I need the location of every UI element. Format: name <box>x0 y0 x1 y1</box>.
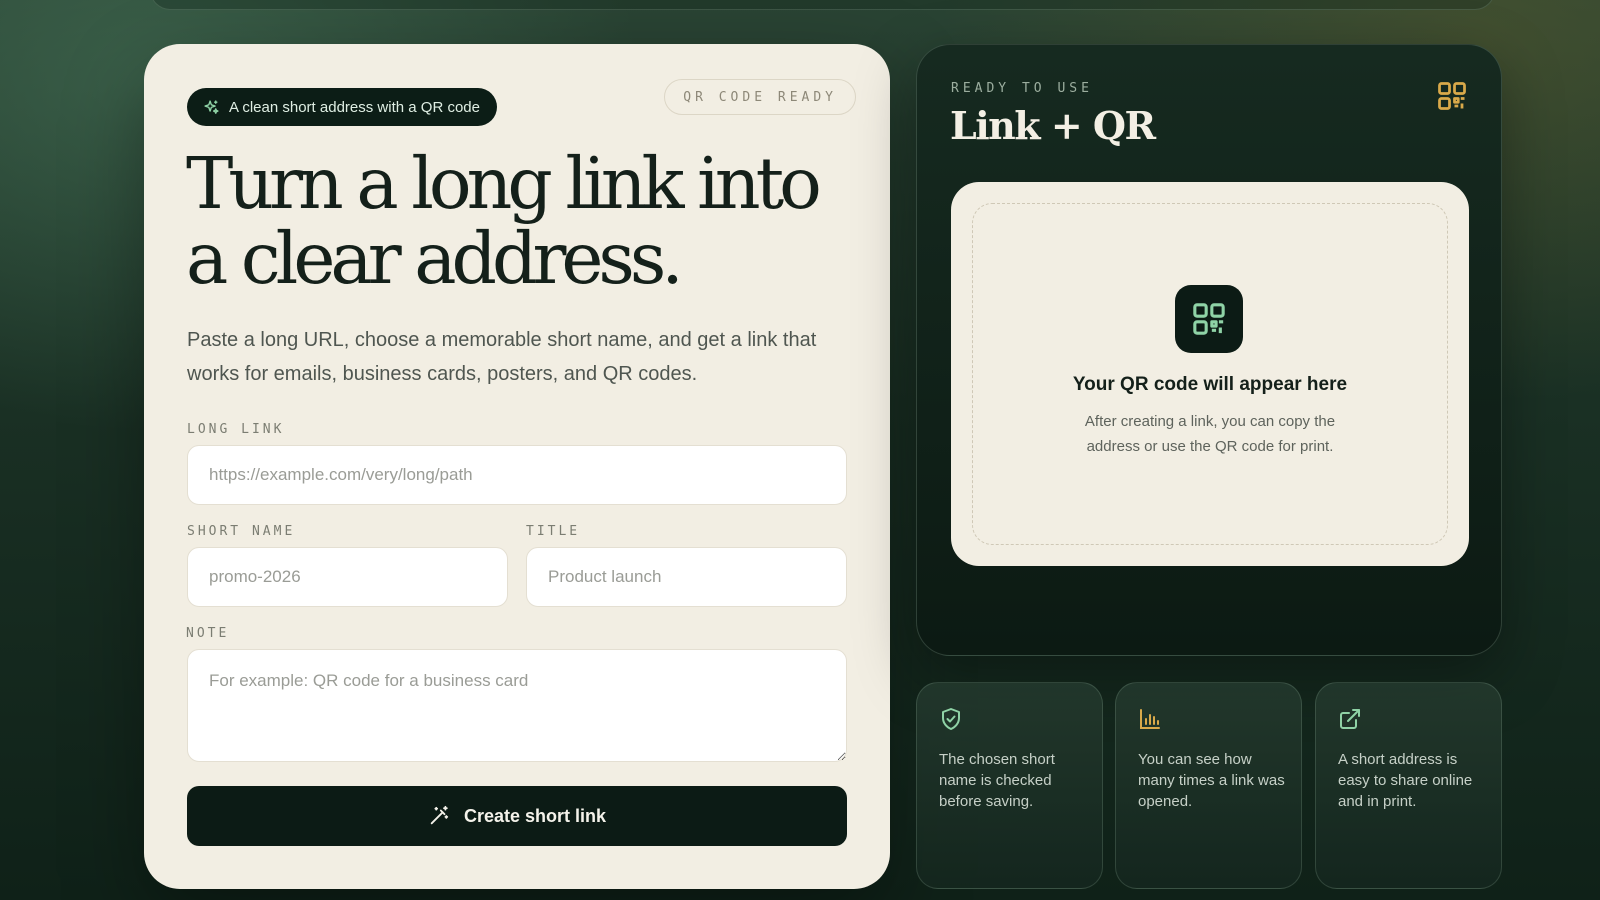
title-label: TITLE <box>526 524 581 539</box>
feature-badge-label: A clean short address with a QR code <box>229 98 480 116</box>
qr-placeholder-panel: Your QR code will appear here After crea… <box>951 182 1469 566</box>
bar-chart-icon <box>1140 709 1160 729</box>
qr-code-icon <box>1193 303 1225 335</box>
feature-card-sharing: A short address is easy to share online … <box>1315 682 1502 889</box>
qr-placeholder-badge <box>1175 285 1243 353</box>
feature-card-validation: The chosen short name is checked before … <box>916 682 1103 889</box>
feature-card-analytics: You can see how many times a link was op… <box>1115 682 1302 889</box>
qr-dropzone: Your QR code will appear here After crea… <box>972 203 1448 545</box>
qr-placeholder-text: After creating a link, you can copy the … <box>1084 413 1336 455</box>
feature-text: A short address is easy to share online … <box>1338 751 1473 810</box>
page-title: Turn a long link into a clear address. <box>186 142 822 300</box>
feature-text: You can see how many times a link was op… <box>1138 751 1285 810</box>
preview-title: Link + QR <box>950 103 1156 148</box>
sparkles-icon <box>204 99 219 114</box>
note-textarea[interactable] <box>187 649 847 762</box>
feature-text: The chosen short name is checked before … <box>939 751 1055 810</box>
magic-wand-icon <box>430 805 449 825</box>
long-link-label: LONG LINK <box>187 422 285 437</box>
qr-placeholder-heading: Your QR code will appear here <box>1072 374 1348 395</box>
create-link-card: A clean short address with a QR code QR … <box>144 44 890 889</box>
status-badge: QR CODE READY <box>664 79 856 115</box>
qr-code-icon <box>1438 82 1466 110</box>
create-short-link-button[interactable]: Create short link <box>187 786 847 846</box>
top-navigation-bar <box>150 0 1495 10</box>
short-name-label: SHORT NAME <box>187 524 296 539</box>
title-input[interactable] <box>526 547 847 607</box>
page-subtitle: Paste a long URL, choose a memorable sho… <box>187 329 817 385</box>
create-short-link-label: Create short link <box>463 805 607 826</box>
note-label: NOTE <box>186 626 230 641</box>
qr-preview-card: READY TO USE Link + QR Your QR code will… <box>916 44 1502 656</box>
feature-badge: A clean short address with a QR code <box>187 88 497 126</box>
external-link-icon <box>1340 709 1360 729</box>
shield-check-icon <box>942 708 960 730</box>
long-link-input[interactable] <box>187 445 847 505</box>
short-name-input[interactable] <box>187 547 508 607</box>
preview-eyebrow: READY TO USE <box>951 81 1093 96</box>
